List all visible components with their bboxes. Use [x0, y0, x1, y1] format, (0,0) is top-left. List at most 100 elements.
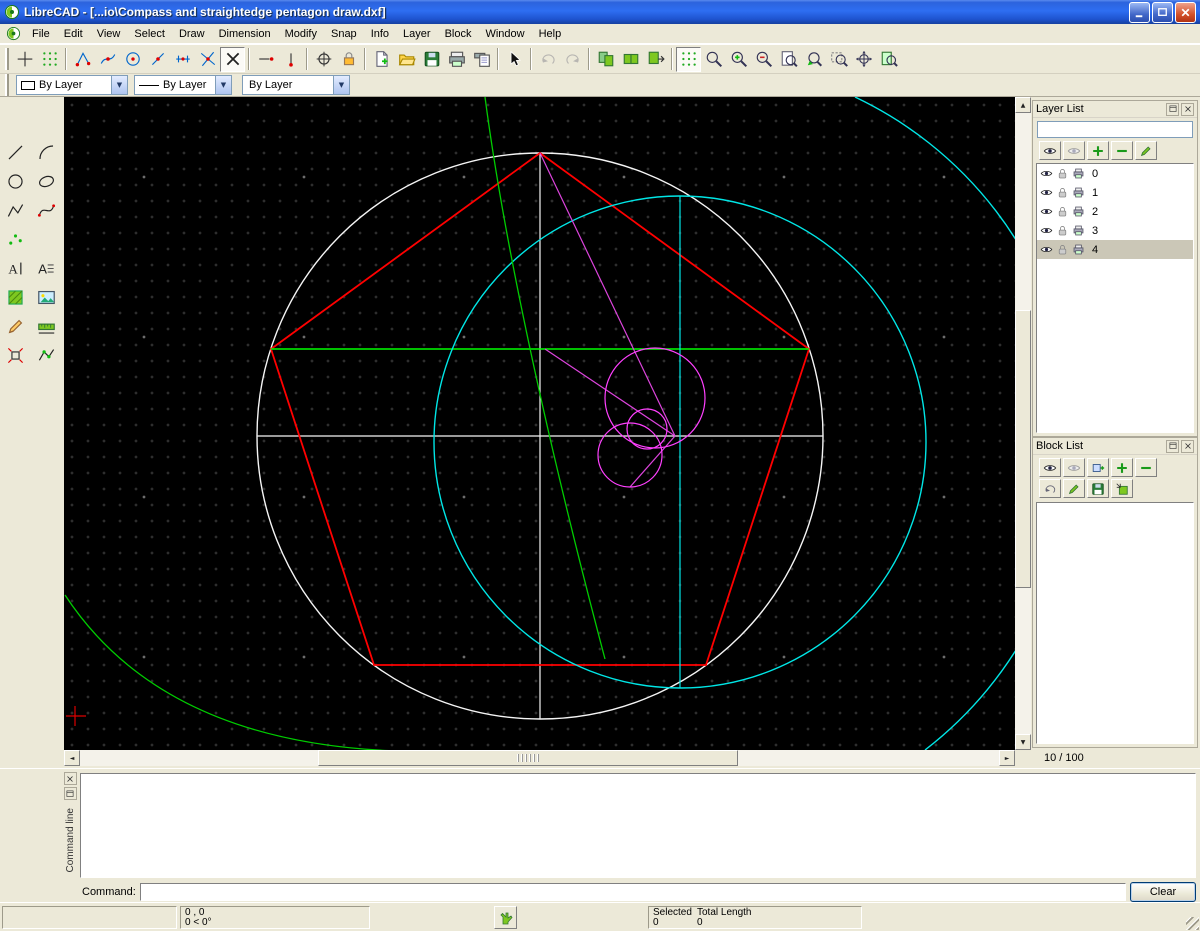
draw-spline-button[interactable]: [33, 197, 60, 223]
hide-all-blocks-button[interactable]: [1063, 458, 1085, 477]
draw-ellipse-button[interactable]: [33, 168, 60, 194]
layer-print-toggle[interactable]: [1072, 167, 1085, 180]
zoom-previous-button[interactable]: [801, 47, 826, 72]
minimize-button[interactable]: [1129, 2, 1150, 23]
close-button[interactable]: [1175, 2, 1196, 23]
close-panel-button[interactable]: [1181, 440, 1194, 453]
edit-polyline-button[interactable]: [33, 342, 60, 368]
zoom-in-button[interactable]: [726, 47, 751, 72]
hide-all-layers-button[interactable]: [1063, 141, 1085, 160]
modify-entity-button[interactable]: [2, 313, 29, 339]
menu-layer[interactable]: Layer: [396, 26, 438, 42]
layer-row[interactable]: 3: [1037, 221, 1193, 240]
save-drawing-button[interactable]: [419, 47, 444, 72]
zoom-auto-button[interactable]: [776, 47, 801, 72]
vertical-scroll-thumb[interactable]: [1015, 310, 1031, 588]
command-history[interactable]: [80, 773, 1196, 878]
remove-layer-button[interactable]: [1111, 141, 1133, 160]
vertical-scrollbar[interactable]: ▲ ▼: [1015, 97, 1031, 750]
menu-snap[interactable]: Snap: [324, 26, 364, 42]
layer-lock-toggle[interactable]: [1056, 205, 1069, 218]
show-all-blocks-button[interactable]: [1039, 458, 1061, 477]
zoom-pan-button[interactable]: [851, 47, 876, 72]
menu-window[interactable]: Window: [478, 26, 531, 42]
snap-on-entity-button[interactable]: [95, 47, 120, 72]
layer-lock-toggle[interactable]: [1056, 186, 1069, 199]
block-list[interactable]: [1036, 502, 1194, 744]
scroll-right-button[interactable]: ►: [999, 750, 1015, 766]
menu-dimension[interactable]: Dimension: [212, 26, 278, 42]
entity-to-front-button[interactable]: [643, 47, 668, 72]
create-block-button[interactable]: [1087, 458, 1109, 477]
draw-text-button[interactable]: A: [2, 255, 29, 281]
insert-image-button[interactable]: [33, 284, 60, 310]
scroll-left-button[interactable]: ◄: [64, 750, 80, 766]
snap-distance-button[interactable]: [170, 47, 195, 72]
snap-center-button[interactable]: [120, 47, 145, 72]
status-action-button[interactable]: [494, 906, 517, 929]
layer-print-toggle[interactable]: [1072, 224, 1085, 237]
snap-middle-button[interactable]: [145, 47, 170, 72]
scroll-up-button[interactable]: ▲: [1015, 97, 1031, 113]
draw-mtext-button[interactable]: A: [33, 255, 60, 281]
layer-print-toggle[interactable]: [1072, 205, 1085, 218]
new-drawing-button[interactable]: [369, 47, 394, 72]
layer-lock-toggle[interactable]: [1056, 243, 1069, 256]
menu-draw[interactable]: Draw: [172, 26, 212, 42]
toolbar-handle[interactable]: [5, 48, 9, 70]
restrict-horizontal-button[interactable]: [253, 47, 278, 72]
menu-modify[interactable]: Modify: [278, 26, 324, 42]
draft-view-button[interactable]: [876, 47, 901, 72]
scroll-down-button[interactable]: ▼: [1015, 734, 1031, 750]
linetype-combo[interactable]: By Layer ▼: [242, 75, 350, 95]
remove-block-button[interactable]: [1135, 458, 1157, 477]
menu-view[interactable]: View: [90, 26, 128, 42]
grid-toggle-button[interactable]: [676, 47, 701, 72]
color-combo[interactable]: By Layer ▼: [16, 75, 128, 95]
drawing-canvas[interactable]: [64, 97, 1015, 750]
layer-visible-toggle[interactable]: [1040, 205, 1053, 218]
edit-block-button[interactable]: [1063, 479, 1085, 498]
add-layer-button[interactable]: [1087, 141, 1109, 160]
entity-to-back-button[interactable]: [593, 47, 618, 72]
zoom-out-button[interactable]: [751, 47, 776, 72]
open-drawing-button[interactable]: [394, 47, 419, 72]
layer-row[interactable]: 1: [1037, 183, 1193, 202]
layer-lock-toggle[interactable]: [1056, 167, 1069, 180]
save-block-button[interactable]: [1087, 479, 1109, 498]
show-all-layers-button[interactable]: [1039, 141, 1061, 160]
snap-free-button[interactable]: [12, 47, 37, 72]
menu-help[interactable]: Help: [532, 26, 569, 42]
layer-visible-toggle[interactable]: [1040, 167, 1053, 180]
draw-polyline-button[interactable]: [2, 197, 29, 223]
draw-point-button[interactable]: [2, 226, 29, 252]
command-input[interactable]: [140, 883, 1126, 901]
layer-visible-toggle[interactable]: [1040, 224, 1053, 237]
undo-button[interactable]: [535, 47, 560, 72]
redraw-button[interactable]: [701, 47, 726, 72]
close-command-button[interactable]: [64, 772, 77, 785]
layer-lock-toggle[interactable]: [1056, 224, 1069, 237]
menu-info[interactable]: Info: [364, 26, 396, 42]
layer-print-toggle[interactable]: [1072, 243, 1085, 256]
print-preview-button[interactable]: [469, 47, 494, 72]
layer-row[interactable]: 2: [1037, 202, 1193, 221]
layer-filter-input[interactable]: [1037, 121, 1193, 138]
resize-grip[interactable]: [1186, 917, 1199, 930]
selection-pointer-button[interactable]: [502, 47, 527, 72]
maximize-button[interactable]: [1152, 2, 1173, 23]
snap-intersection-button[interactable]: [195, 47, 220, 72]
close-panel-button[interactable]: [1181, 103, 1194, 116]
restrict-vertical-button[interactable]: [278, 47, 303, 72]
print-button[interactable]: [444, 47, 469, 72]
chevron-down-icon[interactable]: ▼: [333, 76, 349, 94]
measure-button[interactable]: [33, 313, 60, 339]
menu-block[interactable]: Block: [438, 26, 479, 42]
toolbar-handle-2[interactable]: [5, 74, 9, 96]
rename-block-button[interactable]: [1039, 479, 1061, 498]
zoom-window-button[interactable]: [826, 47, 851, 72]
menu-edit[interactable]: Edit: [57, 26, 90, 42]
chevron-down-icon[interactable]: ▼: [215, 76, 231, 94]
draw-hatch-button[interactable]: [2, 284, 29, 310]
add-block-button[interactable]: [1111, 458, 1133, 477]
